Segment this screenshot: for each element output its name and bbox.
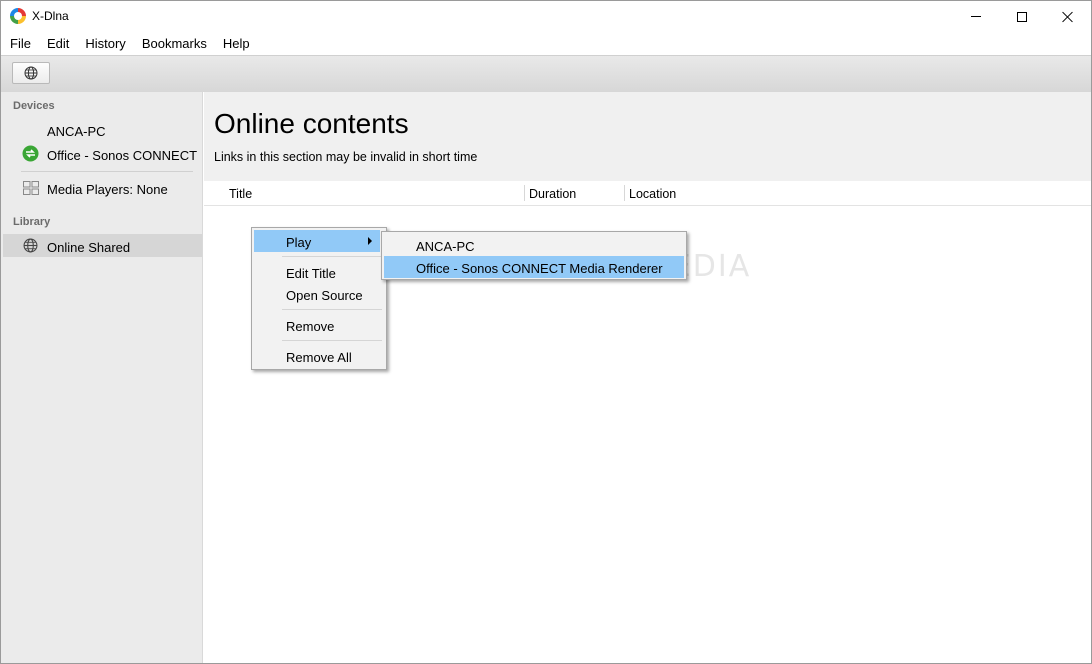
menu-file[interactable]: File bbox=[2, 32, 39, 55]
menu-bookmarks[interactable]: Bookmarks bbox=[134, 32, 215, 55]
globe-icon bbox=[24, 66, 38, 80]
column-divider[interactable] bbox=[524, 185, 525, 201]
page-title: Online contents bbox=[214, 108, 409, 139]
window-title: X-Dlna bbox=[32, 9, 69, 23]
submenu-sonos-renderer[interactable]: Office - Sonos CONNECT Media Renderer bbox=[384, 256, 684, 278]
column-title[interactable]: Title bbox=[229, 181, 252, 205]
toolbar bbox=[1, 55, 1091, 92]
page-subtitle: Links in this section may be invalid in … bbox=[214, 150, 478, 164]
context-menu: Play Edit Title Open Source Remove Remov… bbox=[251, 227, 387, 370]
table-header: Title Duration Location bbox=[204, 181, 1091, 206]
play-submenu: ANCA-PC Office - Sonos CONNECT Media Ren… bbox=[381, 231, 687, 280]
minimize-button[interactable] bbox=[953, 1, 999, 32]
sidebar-divider bbox=[21, 171, 193, 172]
app-window: X-Dlna File Edit History Bookmarks Help … bbox=[0, 0, 1092, 664]
menu-separator bbox=[282, 256, 382, 257]
submenu-anca-pc[interactable]: ANCA-PC bbox=[384, 234, 684, 256]
menu-open-source[interactable]: Open Source bbox=[254, 283, 384, 305]
library-label: Library bbox=[13, 216, 51, 228]
close-icon bbox=[1062, 11, 1074, 23]
close-button[interactable] bbox=[1045, 1, 1091, 32]
title-bar: X-Dlna bbox=[1, 1, 1091, 32]
sidebar-item-online-shared-label: Online Shared bbox=[47, 240, 131, 255]
devices-label: Devices bbox=[13, 100, 55, 112]
maximize-icon bbox=[1017, 11, 1027, 22]
menu-separator bbox=[282, 309, 382, 310]
sidebar-item-sonos[interactable]: Office - Sonos CONNECT bbox=[47, 148, 197, 163]
menu-play-label: Play bbox=[286, 235, 312, 250]
sidebar-item-media-players[interactable]: Media Players: None bbox=[47, 182, 168, 197]
media-players-icon bbox=[23, 181, 39, 195]
menu-help[interactable]: Help bbox=[215, 32, 258, 55]
online-button[interactable] bbox=[12, 62, 50, 84]
globe-icon bbox=[23, 238, 38, 253]
menu-edit[interactable]: Edit bbox=[39, 32, 77, 55]
menu-history[interactable]: History bbox=[77, 32, 133, 55]
sidebar-item-anca-pc[interactable]: ANCA-PC bbox=[47, 124, 106, 139]
column-divider[interactable] bbox=[624, 185, 625, 201]
menu-edit-title[interactable]: Edit Title bbox=[254, 261, 384, 283]
renderer-icon bbox=[22, 145, 39, 162]
submenu-arrow-icon bbox=[368, 237, 372, 245]
content-header: Online contents Links in this section ma… bbox=[204, 92, 1091, 181]
main-content: Online contents Links in this section ma… bbox=[204, 92, 1091, 663]
menu-remove-all[interactable]: Remove All bbox=[254, 345, 384, 367]
menu-bar: File Edit History Bookmarks Help bbox=[1, 32, 1091, 55]
sidebar: Devices ANCA-PC Office - Sonos CONNECT M… bbox=[1, 92, 203, 663]
maximize-button[interactable] bbox=[999, 1, 1045, 32]
column-location[interactable]: Location bbox=[629, 181, 676, 205]
menu-separator bbox=[282, 340, 382, 341]
app-logo-icon bbox=[10, 8, 26, 24]
minimize-icon bbox=[971, 16, 981, 17]
column-duration[interactable]: Duration bbox=[529, 181, 576, 205]
menu-remove[interactable]: Remove bbox=[254, 314, 384, 336]
menu-play[interactable]: Play bbox=[254, 230, 380, 252]
